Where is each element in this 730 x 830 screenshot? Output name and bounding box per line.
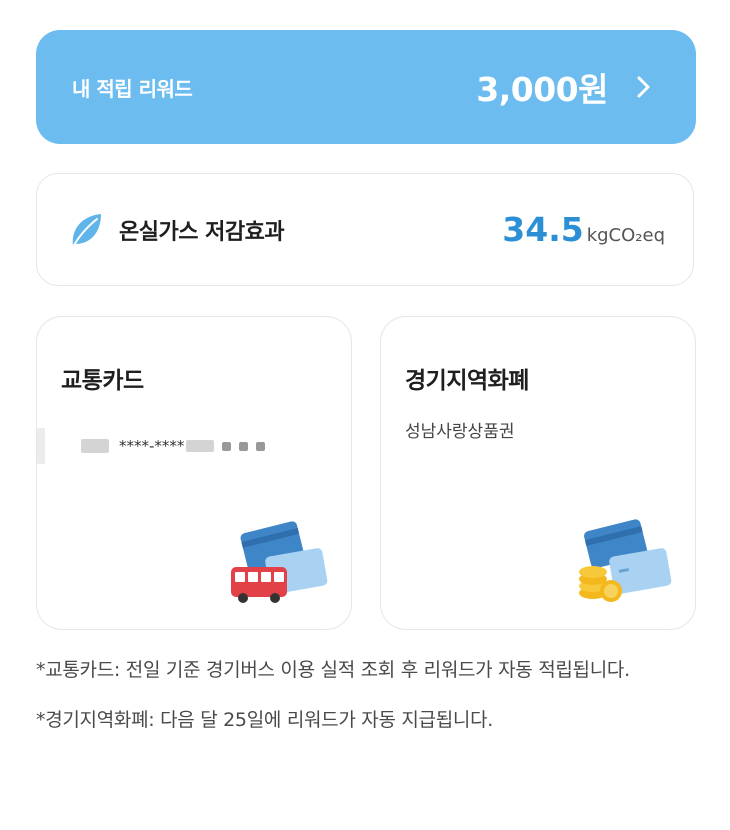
ghg-value: 34.5 (502, 210, 584, 249)
transport-note: *교통카드: 전일 기준 경기버스 이용 실적 조회 후 리워드가 자동 적립됩… (36, 659, 630, 681)
masked-blur (186, 440, 215, 452)
transport-card[interactable]: 교통카드 ****-**** (36, 316, 352, 630)
local-currency-card-subtitle: 성남사랑상품권 (405, 422, 515, 442)
masked-blur (37, 428, 45, 464)
transport-card-title: 교통카드 (61, 368, 144, 394)
masked-blur (81, 439, 109, 453)
local-currency-card[interactable]: 경기지역화폐 성남사랑상품권 (380, 316, 696, 630)
reward-banner[interactable]: 내 적립 리워드 3,000원 (36, 30, 696, 144)
leaf-icon (72, 213, 101, 248)
coin-card-icon (579, 519, 672, 602)
local-currency-card-title: 경기지역화폐 (405, 368, 529, 394)
chevron-right-icon (637, 76, 650, 98)
bus-card-icon (231, 521, 328, 603)
masked-card-number: ****-**** (119, 437, 185, 455)
ghg-reduction-card: 온실가스 저감효과 34.5 kgCO₂eq (36, 173, 694, 286)
notes: *교통카드: 전일 기준 경기버스 이용 실적 조회 후 리워드가 자동 적립됩… (36, 650, 696, 740)
masked-blur (239, 441, 249, 451)
ghg-label-group: 온실가스 저감효과 (67, 210, 285, 250)
masked-blur (256, 441, 266, 451)
ghg-label: 온실가스 저감효과 (119, 219, 285, 245)
reward-amount-group: 3,000원 (476, 63, 656, 111)
reward-label: 내 적립 리워드 (72, 76, 193, 101)
masked-blur (222, 441, 232, 451)
reward-amount: 3,000원 (476, 70, 608, 109)
ghg-unit: kgCO₂eq (586, 225, 665, 246)
ghg-value-group: 34.5 kgCO₂eq (502, 210, 665, 249)
transport-card-number: ****-**** (37, 423, 327, 469)
currency-note: *경기지역화폐: 다음 달 25일에 리워드가 자동 지급됩니다. (36, 709, 494, 731)
